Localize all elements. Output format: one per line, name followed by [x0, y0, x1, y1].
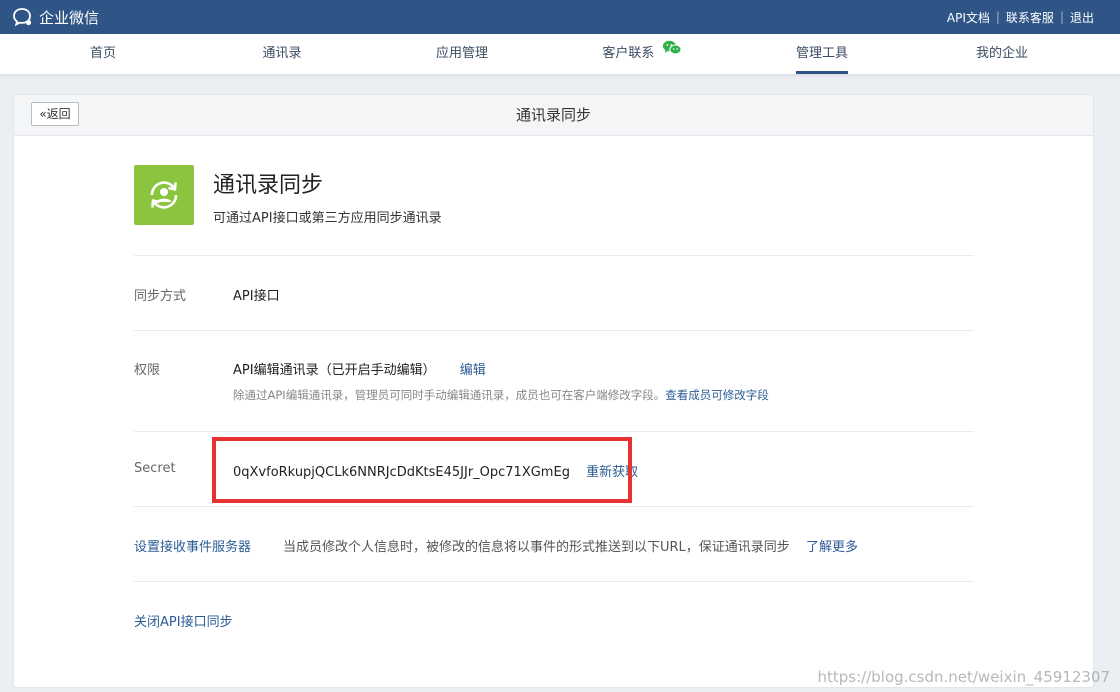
tab-customer-contact[interactable]: 客户联系	[602, 32, 682, 74]
divider	[134, 255, 974, 256]
top-links: API文档 | 联系客服 | 退出	[947, 0, 1094, 34]
sync-method-label: 同步方式	[134, 289, 187, 304]
learn-more-link[interactable]: 了解更多	[806, 540, 858, 555]
app-title: 通讯录同步	[213, 173, 324, 198]
app-name: 企业微信	[39, 8, 100, 27]
edit-permission-link[interactable]: 编辑	[460, 363, 486, 378]
event-server-link[interactable]: 设置接收事件服务器	[134, 536, 251, 555]
top-bar: 企业微信 API文档 | 联系客服 | 退出	[0, 0, 1120, 34]
secret-label: Secret	[134, 461, 176, 476]
logout-link[interactable]: 退出	[1070, 9, 1094, 26]
divider	[134, 506, 974, 507]
api-docs-link[interactable]: API文档	[947, 9, 990, 26]
main-nav: 首页 通讯录 应用管理 客户联系 管理工具 我的企业	[0, 34, 1120, 75]
wechat-icon	[663, 32, 682, 72]
permission-label: 权限	[134, 363, 161, 378]
sync-method-value: API接口	[233, 289, 280, 304]
permission-hint: 除通过API编辑通讯录，管理员可同时手动编辑通讯录，成员也可在客户端修改字段。查…	[233, 387, 769, 403]
page-title: 通讯录同步	[515, 106, 591, 124]
watermark: https://blog.csdn.net/weixin_45912307	[817, 668, 1110, 686]
divider	[134, 330, 974, 331]
permission-hint-text: 除通过API编辑通讯录，管理员可同时手动编辑通讯录，成员也可在客户端修改字段。	[233, 388, 666, 402]
divider	[134, 581, 974, 582]
separator: |	[1059, 10, 1064, 24]
wecom-logo-icon	[12, 7, 34, 27]
app-description: 可通过API接口或第三方应用同步通讯录	[213, 211, 442, 226]
tab-app-management[interactable]: 应用管理	[436, 34, 488, 74]
card-header: «返回 通讯录同步	[14, 95, 1093, 136]
contact-support-link[interactable]: 联系客服	[1006, 9, 1054, 26]
tab-label: 客户联系	[602, 46, 655, 61]
separator: |	[995, 10, 1000, 24]
event-server-description: 当成员修改个人信息时，被修改的信息将以事件的形式推送到以下URL，保证通讯录同步	[283, 540, 790, 555]
sync-contacts-icon	[134, 165, 194, 225]
divider	[134, 431, 974, 432]
permission-value-row: API编辑通讯录（已开启手动编辑） 编辑	[233, 359, 486, 378]
close-api-sync-link[interactable]: 关闭API接口同步	[134, 611, 233, 630]
logo[interactable]: 企业微信	[12, 7, 99, 27]
permission-value: API编辑通讯录（已开启手动编辑）	[233, 363, 436, 378]
content-card: «返回 通讯录同步 通讯录同步 可通过API接口或第三方应用同步通讯录 同步方式…	[13, 94, 1094, 688]
tab-home[interactable]: 首页	[90, 34, 116, 74]
highlight-annotation	[212, 437, 632, 503]
tab-management-tools[interactable]: 管理工具	[795, 34, 849, 74]
event-server-row: 当成员修改个人信息时，被修改的信息将以事件的形式推送到以下URL，保证通讯录同步…	[283, 536, 858, 555]
tab-contacts[interactable]: 通讯录	[262, 34, 301, 74]
tab-my-company[interactable]: 我的企业	[976, 34, 1028, 74]
view-editable-fields-link[interactable]: 查看成员可修改字段	[665, 388, 769, 402]
